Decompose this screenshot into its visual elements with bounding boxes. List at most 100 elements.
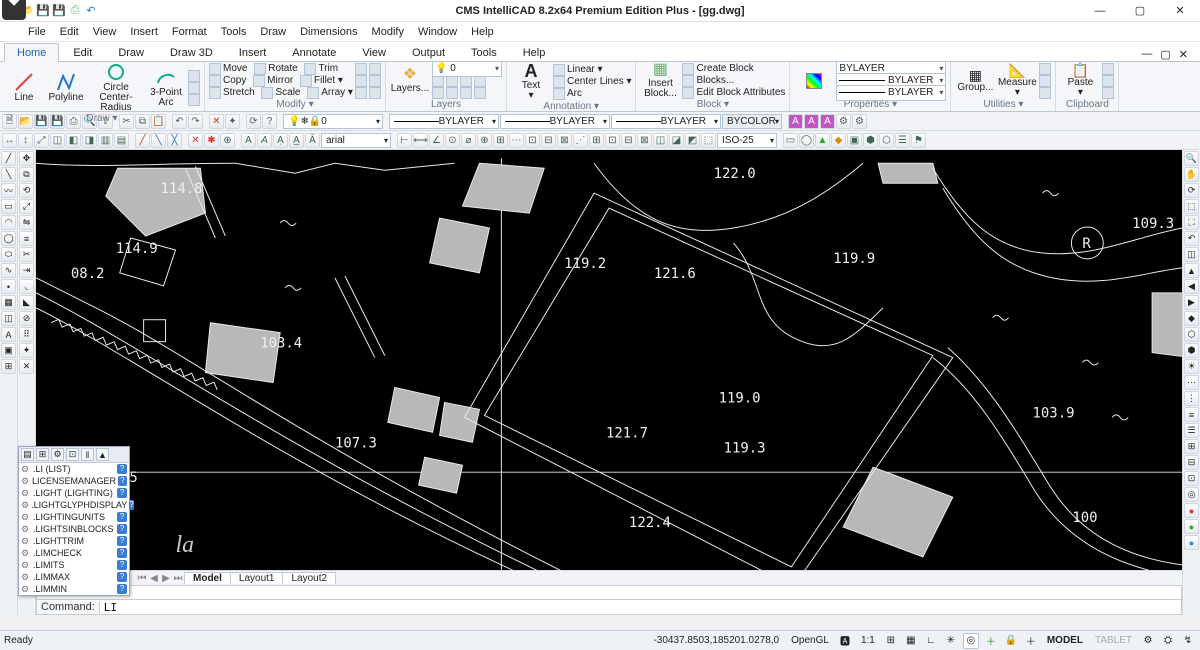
rvt-zoomext-icon[interactable]: ⛶ — [1184, 215, 1199, 230]
tb2-text-c-icon[interactable]: Ạ — [273, 133, 288, 148]
vt-pline-icon[interactable]: 〰 — [1, 183, 16, 198]
array-button[interactable]: Array ▾ — [321, 87, 353, 98]
menu-window[interactable]: Window — [418, 26, 457, 38]
rvt-3d-icon[interactable]: ◫ — [1184, 247, 1199, 262]
rvt-more10[interactable]: ● — [1184, 519, 1199, 534]
menu-tools[interactable]: Tools — [221, 26, 247, 38]
ac-btn-5[interactable]: ‖ — [81, 448, 94, 461]
rvt-more8[interactable]: ◎ — [1184, 487, 1199, 502]
sheet-nav-next[interactable]: ▶ — [160, 573, 172, 584]
menu-view[interactable]: View — [93, 26, 117, 38]
rvt-front-icon[interactable]: ◀ — [1184, 279, 1199, 294]
tb2-ray-icon[interactable]: ╲ — [151, 133, 166, 148]
text-button[interactable]: A Text ▾ — [511, 62, 551, 101]
qat-saveall-icon[interactable]: 💾 — [52, 4, 66, 18]
tab-draw[interactable]: Draw — [106, 44, 156, 61]
tb2-m7[interactable]: ⬡ — [879, 133, 894, 148]
tb2-dim-12[interactable]: ⋰ — [573, 133, 588, 148]
vt2-erase-icon[interactable]: ✕ — [19, 359, 34, 374]
qat-save-icon[interactable]: 💾 — [36, 4, 50, 18]
autocomplete-item[interactable]: ⚙.LIMCHECK? — [19, 547, 129, 559]
tb2-join-icon[interactable]: ⊕ — [220, 133, 235, 148]
arc-dim-button[interactable]: Arc — [567, 88, 582, 99]
autocomplete-item[interactable]: ⚙.LIGHTSINBLOCKS? — [19, 523, 129, 535]
layers-button[interactable]: ❖ Layers... — [390, 67, 430, 94]
blocks-button[interactable]: Blocks... — [696, 75, 734, 86]
menu-edit[interactable]: Edit — [60, 26, 79, 38]
tb2-dim-5[interactable]: ⌀ — [461, 133, 476, 148]
qat-print-icon[interactable]: ⎙ — [68, 4, 82, 18]
tb-erase-icon[interactable]: ✕ — [209, 114, 224, 129]
rvt-more2[interactable]: ⋮ — [1184, 391, 1199, 406]
tb-annoscale-b-icon[interactable]: A — [804, 114, 819, 129]
insert-block-button[interactable]: ▦ Insert Block... — [640, 62, 680, 99]
tb-annoscale-d-icon[interactable]: ⚙ — [836, 114, 851, 129]
tab-view[interactable]: View — [350, 44, 398, 61]
tb2-dim-2[interactable]: ⟷ — [413, 133, 428, 148]
tb2-dim-6[interactable]: ⊕ — [477, 133, 492, 148]
vt-text-icon[interactable]: A — [1, 327, 16, 342]
rvt-more9[interactable]: ● — [1184, 503, 1199, 518]
rvt-more11[interactable]: ● — [1184, 535, 1199, 550]
doc-minimize-button[interactable]: — — [1141, 48, 1152, 61]
rvt-top-icon[interactable]: ▲ — [1184, 263, 1199, 278]
doc-close-button[interactable]: ✕ — [1179, 48, 1188, 61]
linetype2-combo-tb[interactable]: BYLAYER — [500, 114, 610, 129]
create-block-button[interactable]: Create Block — [696, 63, 753, 74]
copy-button[interactable]: Copy — [223, 75, 246, 86]
tb-annoscale-a-icon[interactable]: A — [788, 114, 803, 129]
linetype-combo-tb[interactable]: BYLAYER — [389, 114, 499, 129]
status-ortho-icon[interactable]: ∟ — [923, 633, 939, 649]
vt-region-icon[interactable]: ◫ — [1, 311, 16, 326]
font-combo[interactable]: arial — [321, 133, 391, 148]
tb2-m8[interactable]: ☰ — [895, 133, 910, 148]
rvt-more5[interactable]: ⊞ — [1184, 439, 1199, 454]
mirror-button[interactable]: Mirror — [267, 75, 293, 86]
group-button[interactable]: ▦Group... — [955, 68, 995, 93]
tab-insert[interactable]: Insert — [227, 44, 279, 61]
status-gear1-icon[interactable]: ⚙ — [1140, 633, 1156, 649]
tb2-h[interactable]: ▤ — [114, 133, 129, 148]
polyline-button[interactable]: Polyline — [46, 72, 86, 103]
lineweight-combo[interactable]: BYLAYER — [836, 85, 946, 101]
tb2-m3[interactable]: ▲ — [815, 133, 830, 148]
tb2-m2[interactable]: ◯ — [799, 133, 814, 148]
autocomplete-item[interactable]: ⚙.LIGHT (LIGHTING)? — [19, 487, 129, 499]
vt-table-icon[interactable]: ⊞ — [1, 359, 16, 374]
layer-state-combo[interactable]: 💡❄🔒 0 — [283, 114, 383, 129]
edit-block-attrs-button[interactable]: Edit Block Attributes — [696, 87, 785, 98]
menu-dimensions[interactable]: Dimensions — [300, 26, 357, 38]
sheet-nav-first[interactable]: ⏮ — [136, 573, 148, 584]
status-space[interactable]: MODEL — [1043, 635, 1087, 646]
tb2-dim-18[interactable]: ◪ — [669, 133, 684, 148]
tb2-dim-14[interactable]: ⊡ — [605, 133, 620, 148]
autocomplete-item[interactable]: ⚙LICENSEMANAGER? — [19, 475, 129, 487]
autocomplete-item[interactable]: ⚙.LI (LIST)? — [19, 463, 129, 475]
autocomplete-item[interactable]: ⚙.LIGHTINGUNITS? — [19, 511, 129, 523]
entity-color-button[interactable] — [794, 73, 834, 89]
status-osnap-icon[interactable]: ◎ — [963, 633, 979, 649]
tab-draw3d[interactable]: Draw 3D — [158, 44, 225, 61]
layer-combo[interactable]: 💡 0 — [432, 61, 502, 77]
status-grid-icon[interactable]: ▦ — [903, 633, 919, 649]
vt-circle-icon[interactable]: ◯ — [1, 231, 16, 246]
vt2-chamfer-icon[interactable]: ◣ — [19, 295, 34, 310]
move-button[interactable]: Move — [223, 63, 247, 74]
vt-arc-icon[interactable]: ◠ — [1, 215, 16, 230]
tb2-dim-3[interactable]: ∠ — [429, 133, 444, 148]
menu-file[interactable]: File — [28, 26, 46, 38]
tb2-dim-8[interactable]: ⋯ — [509, 133, 524, 148]
tb2-m1[interactable]: ▭ — [783, 133, 798, 148]
rvt-pan-icon[interactable]: ✋ — [1184, 167, 1199, 182]
status-gear3-icon[interactable]: ↯ — [1180, 633, 1196, 649]
tb2-e[interactable]: ◧ — [66, 133, 81, 148]
measure-button[interactable]: 📐Measure ▾ — [997, 63, 1037, 98]
tb2-dim-10[interactable]: ⊟ — [541, 133, 556, 148]
tb2-dim-19[interactable]: ◩ — [685, 133, 700, 148]
line-button[interactable]: Line — [4, 72, 44, 103]
command-input[interactable] — [100, 601, 1181, 614]
status-plus2-icon[interactable]: ＋ — [1023, 633, 1039, 649]
linear-dim-button[interactable]: Linear ▾ — [567, 64, 603, 75]
status-snap-icon[interactable]: ⊞ — [883, 633, 899, 649]
stretch-button[interactable]: Stretch — [223, 87, 255, 98]
